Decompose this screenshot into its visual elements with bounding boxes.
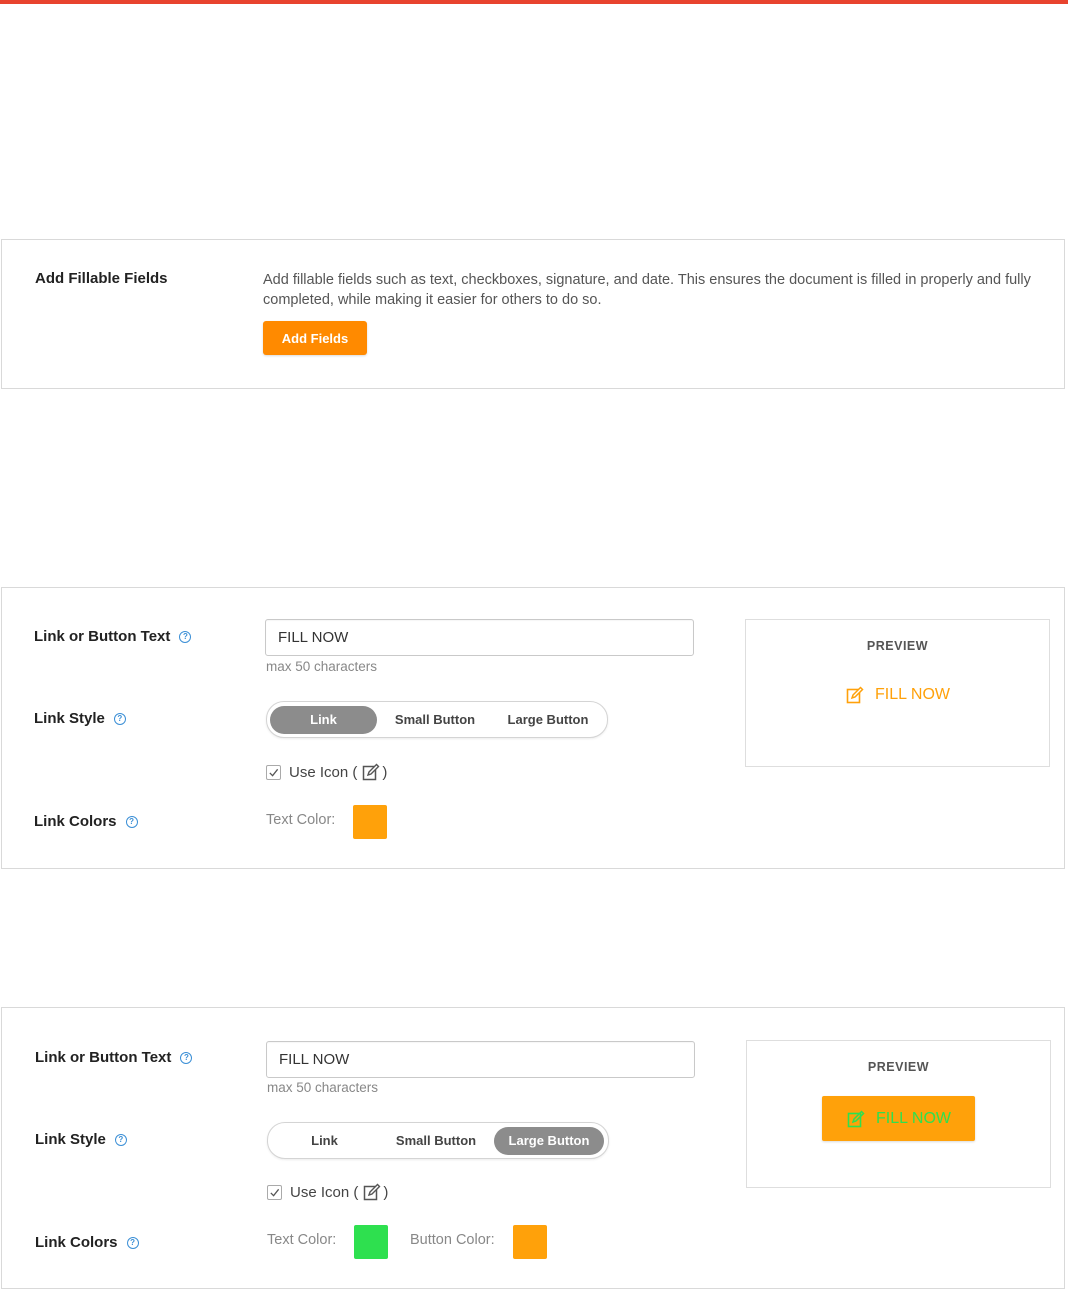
use-icon-label: Use Icon ( xyxy=(289,763,358,781)
use-icon-checkbox[interactable] xyxy=(267,1184,282,1200)
preview-title: PREVIEW xyxy=(867,1060,930,1074)
top-accent-bar xyxy=(0,0,1068,4)
link-text-label-text: Link or Button Text xyxy=(34,628,171,645)
help-icon[interactable]: ? xyxy=(179,630,192,643)
edit-pencil-icon xyxy=(847,1109,865,1127)
fillable-fields-heading: Add Fillable Fields xyxy=(35,270,168,287)
text-color-label: Text Color: xyxy=(266,812,336,828)
fillable-fields-panel: Add Fillable Fields Add fillable fields … xyxy=(1,239,1065,389)
help-icon[interactable]: ? xyxy=(180,1051,193,1064)
link-style-selector: Link Small Button Large Button xyxy=(266,701,608,738)
style-option-link[interactable]: Link xyxy=(270,705,377,734)
use-icon-row: Use Icon ( ) xyxy=(267,1182,388,1202)
fillable-fields-description: Add fillable fields such as text, checkb… xyxy=(263,272,1031,308)
link-text-input[interactable] xyxy=(266,1041,695,1078)
style-option-large-button[interactable]: Large Button xyxy=(494,1126,604,1155)
help-icon[interactable]: ? xyxy=(113,712,126,725)
preview-box: PREVIEW FILL NOW xyxy=(746,1040,1051,1188)
add-fields-button[interactable]: Add Fields xyxy=(263,321,367,355)
link-style-label: Link Style ? xyxy=(34,710,126,727)
check-icon xyxy=(269,768,279,777)
edit-pencil-icon xyxy=(846,686,864,704)
preview-link[interactable]: FILL NOW xyxy=(746,685,1049,705)
style-option-link[interactable]: Link xyxy=(271,1127,378,1155)
help-icon[interactable]: ? xyxy=(126,1236,139,1249)
check-icon xyxy=(270,1188,280,1197)
style-option-small-button[interactable]: Small Button xyxy=(377,706,493,734)
link-settings-panel: Link or Button Text ? max 50 characters … xyxy=(1,587,1065,869)
preview-button-text: FILL NOW xyxy=(876,1109,951,1127)
link-text-label: Link or Button Text ? xyxy=(35,1049,193,1066)
style-option-large-button[interactable]: Large Button xyxy=(493,706,603,734)
link-colors-label: Link Colors ? xyxy=(34,813,138,830)
preview-link-text: FILL NOW xyxy=(875,686,950,703)
link-text-input[interactable] xyxy=(265,619,694,656)
button-settings-panel: Link or Button Text ? max 50 characters … xyxy=(1,1007,1065,1289)
style-option-small-button[interactable]: Small Button xyxy=(378,1127,494,1155)
button-color-label: Button Color: xyxy=(410,1232,495,1248)
help-icon[interactable]: ? xyxy=(125,815,138,828)
use-icon-suffix: ) xyxy=(383,1183,389,1201)
text-color-swatch[interactable] xyxy=(353,805,387,839)
use-icon-suffix: ) xyxy=(382,763,388,781)
text-color-swatch[interactable] xyxy=(354,1225,388,1259)
max-characters-hint: max 50 characters xyxy=(267,1080,379,1095)
edit-pencil-icon xyxy=(364,1183,381,1201)
link-colors-label-text: Link Colors xyxy=(34,813,117,830)
preview-title: PREVIEW xyxy=(866,639,929,653)
button-color-swatch[interactable] xyxy=(513,1225,547,1259)
max-characters-hint: max 50 characters xyxy=(266,659,378,674)
use-icon-row: Use Icon ( ) xyxy=(266,762,387,782)
use-icon-checkbox[interactable] xyxy=(266,764,281,780)
link-text-label: Link or Button Text ? xyxy=(34,628,192,645)
help-icon[interactable]: ? xyxy=(114,1133,127,1146)
link-style-label-text: Link Style xyxy=(35,1131,106,1148)
link-text-label-text: Link or Button Text xyxy=(35,1049,172,1066)
edit-pencil-icon xyxy=(363,763,380,781)
link-colors-label-text: Link Colors xyxy=(35,1234,118,1251)
link-style-selector: Link Small Button Large Button xyxy=(267,1122,609,1159)
preview-large-button[interactable]: FILL NOW xyxy=(822,1096,975,1141)
link-colors-label: Link Colors ? xyxy=(35,1234,139,1251)
link-style-label-text: Link Style xyxy=(34,710,105,727)
text-color-label: Text Color: xyxy=(267,1232,337,1248)
link-style-label: Link Style ? xyxy=(35,1131,127,1148)
preview-box: PREVIEW FILL NOW xyxy=(745,619,1050,767)
use-icon-label: Use Icon ( xyxy=(290,1183,359,1201)
